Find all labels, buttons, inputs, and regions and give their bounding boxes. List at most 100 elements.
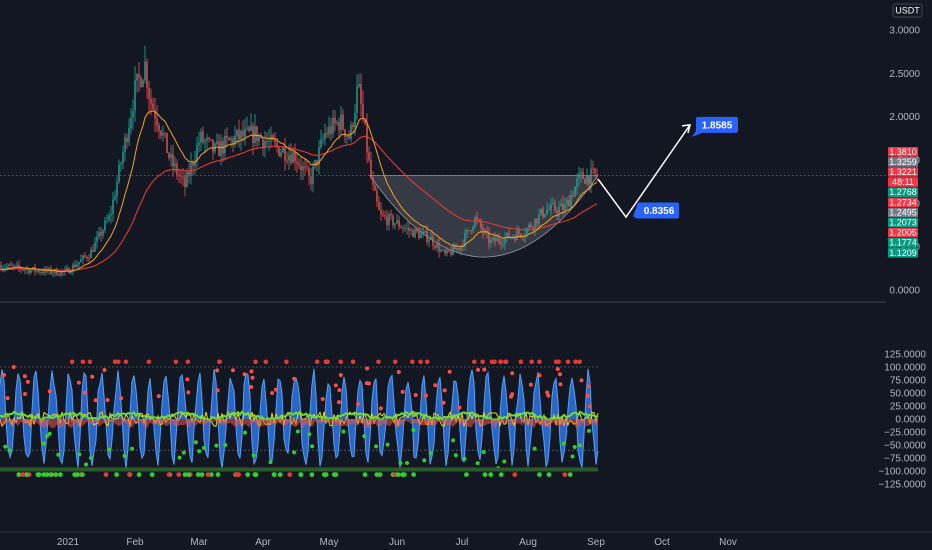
- oscillator-pane[interactable]: [0, 359, 599, 478]
- signal-dot-top: [518, 359, 524, 365]
- candle-body: [278, 146, 280, 156]
- candle-body: [332, 117, 334, 134]
- bottom-dot: [127, 472, 133, 477]
- candle-body: [468, 229, 470, 231]
- oscillator-tick-label: 0.0000: [895, 415, 926, 426]
- signal-dot-top: [173, 359, 179, 365]
- currency-badge: USDT: [892, 3, 923, 18]
- price-tag-text: 1.3259: [889, 157, 917, 167]
- oscillator-tick-label: 100.0000: [884, 363, 926, 374]
- signal-dot-top: [424, 359, 430, 365]
- bottom-dot: [53, 472, 59, 477]
- candle-body: [542, 208, 544, 217]
- time-axis[interactable]: 2021 Feb Mar Apr May Jun Jul Aug Sep Oct Nov: [0, 531, 932, 550]
- candle-body: [550, 203, 552, 210]
- time-axis-label: Feb: [126, 537, 144, 548]
- candle-body: [454, 246, 456, 250]
- candle-body: [182, 176, 184, 178]
- candle-body: [108, 215, 110, 221]
- bottom-dot: [205, 472, 211, 477]
- signal-dot: [413, 393, 418, 397]
- bottom-dot: [488, 472, 494, 477]
- signal-dot: [482, 367, 487, 372]
- price-axis[interactable]: USDT 0.00000.50001.00001.50002.00002.500…: [878, 0, 932, 530]
- candle-body: [118, 164, 120, 182]
- candle-body: [198, 142, 200, 146]
- signal-dot: [585, 393, 590, 398]
- candle-body: [4, 267, 6, 269]
- candle-body: [52, 273, 54, 274]
- bottom-dot: [498, 472, 504, 477]
- signal-dot: [25, 379, 30, 384]
- bottom-dot: [546, 472, 552, 477]
- time-axis-label: May: [320, 537, 339, 548]
- candle-body: [288, 154, 290, 161]
- candle-body: [126, 137, 128, 143]
- signal-dot: [424, 393, 428, 398]
- candle-body: [372, 177, 374, 186]
- time-axis-label: Apr: [255, 537, 271, 548]
- candle-body: [76, 264, 78, 268]
- currency-label: USDT: [895, 6, 920, 16]
- candle-body: [94, 242, 96, 252]
- chart-stage[interactable]: 0.8356 1.8585 USDT 0.00000.50001.00001.5…: [0, 0, 932, 550]
- signal-dot: [214, 443, 219, 448]
- price-tag-text: 1.2495: [889, 207, 917, 217]
- signal-dot: [77, 452, 82, 457]
- bottom-dot: [287, 472, 293, 477]
- candle-body: [330, 126, 332, 134]
- bottom-dot: [567, 472, 573, 477]
- price-tag-text: 1.3221: [889, 167, 917, 177]
- candle-body: [74, 264, 76, 268]
- candle-body: [548, 209, 550, 211]
- bottom-dot: [395, 472, 401, 477]
- candle-body: [268, 140, 270, 142]
- bottom-dot: [411, 472, 416, 477]
- candle-body: [134, 80, 136, 112]
- bottom-dot: [215, 472, 221, 477]
- signal-dot-top: [418, 359, 423, 365]
- signal-dot: [400, 389, 405, 394]
- candle-body: [490, 239, 492, 244]
- bottom-dot: [195, 472, 201, 477]
- candle-body: [110, 213, 112, 216]
- candle-body: [590, 168, 592, 185]
- signal-dot-top: [577, 359, 582, 365]
- candle-body: [572, 195, 574, 197]
- candle-body: [472, 227, 474, 232]
- price-tick-label: 0.0000: [889, 286, 920, 297]
- oscillator-tick-label: 125.0000: [884, 350, 926, 361]
- candle-body: [528, 224, 530, 229]
- candle-body: [138, 73, 140, 78]
- candle-body: [82, 255, 84, 260]
- main-pane[interactable]: 0.8356 1.8585: [0, 0, 886, 301]
- signal-dot: [11, 365, 16, 369]
- signal-dot-top: [498, 359, 504, 365]
- candle-body: [374, 185, 376, 191]
- candle-body: [246, 127, 248, 129]
- candle-body: [320, 139, 322, 148]
- oscillator-tick-label: 50.0000: [890, 389, 927, 400]
- signal-dot: [47, 431, 52, 436]
- candle-body: [438, 243, 440, 252]
- projection-label-low[interactable]: 0.8356: [633, 202, 679, 219]
- signal-dot: [47, 389, 52, 394]
- candle-body: [178, 174, 180, 176]
- signal-dot: [462, 456, 467, 461]
- candle-body: [322, 139, 324, 140]
- candle-body: [192, 162, 194, 166]
- candle-body: [140, 77, 142, 88]
- candle-body: [154, 109, 156, 119]
- signal-dot-top: [87, 359, 93, 365]
- candle-body: [588, 175, 590, 185]
- candle-body: [124, 137, 126, 153]
- signal-dot: [586, 384, 591, 389]
- candle-body: [326, 133, 328, 135]
- candle-body: [586, 175, 588, 184]
- candle-body: [474, 216, 476, 228]
- signal-dot: [310, 444, 315, 449]
- candle-body: [480, 220, 482, 228]
- signal-dot: [250, 375, 255, 380]
- signal-dot: [90, 374, 95, 379]
- signal-dot-top: [253, 359, 258, 365]
